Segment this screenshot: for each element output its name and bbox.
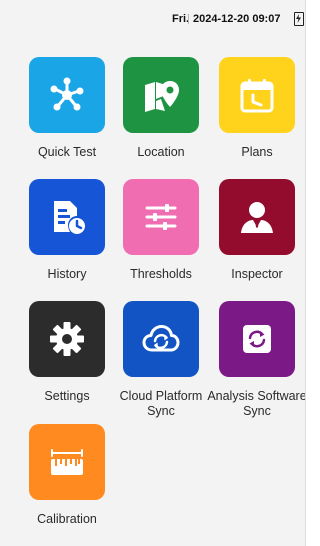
person-icon [241, 202, 273, 233]
app-tile-thresholds[interactable]: Thresholds [112, 179, 210, 289]
app-label-cloud-platform-sync: Cloud Platform Sync [119, 389, 203, 418]
app-label-inspector: Inspector [231, 267, 283, 281]
inspector-icon-tile[interactable] [219, 179, 295, 255]
app-launcher-screen: Fri. 2024-12-20 09:07 Quick Test Locatio… [0, 0, 306, 546]
plans-icon-tile[interactable] [219, 57, 295, 133]
location-icon-tile[interactable] [123, 57, 199, 133]
app-label-plans: Plans [241, 145, 273, 159]
network-nodes-icon [50, 77, 84, 111]
app-tile-quick-test[interactable]: Quick Test [18, 57, 116, 167]
status-bar: Fri. 2024-12-20 09:07 [0, 0, 305, 38]
sync-icon [243, 325, 271, 353]
app-tile-location[interactable]: Location [112, 57, 210, 167]
ruler-icon [51, 449, 83, 475]
app-tile-inspector[interactable]: Inspector [208, 179, 305, 289]
cloud-sync-icon [142, 325, 180, 352]
analysis-software-sync-icon-tile[interactable] [219, 301, 295, 377]
app-label-location: Location [137, 145, 185, 159]
sliders-icon [145, 204, 177, 230]
status-day: Fri. [172, 13, 190, 25]
gear-icon [50, 322, 84, 356]
map-pin-icon [145, 81, 179, 112]
status-datetime: 2024-12-20 09:07 [193, 13, 281, 25]
app-tile-history[interactable]: History [18, 179, 116, 289]
app-tile-calibration[interactable]: Calibration [18, 424, 116, 534]
document-clock-icon [54, 201, 85, 234]
cloud-platform-sync-icon-tile[interactable] [123, 301, 199, 377]
history-icon-tile[interactable] [29, 179, 105, 255]
status-divider [188, 14, 189, 24]
battery-charging-icon [294, 12, 304, 26]
app-tile-settings[interactable]: Settings [18, 301, 116, 411]
app-tile-analysis-software-sync[interactable]: Analysis Software Sync [207, 301, 305, 418]
app-label-analysis-software-sync: Analysis Software Sync [207, 389, 306, 418]
app-label-thresholds: Thresholds [130, 267, 192, 281]
calibration-icon-tile[interactable] [29, 424, 105, 500]
app-tile-plans[interactable]: Plans [208, 57, 305, 167]
settings-icon-tile[interactable] [29, 301, 105, 377]
thresholds-icon-tile[interactable] [123, 179, 199, 255]
app-label-calibration: Calibration [37, 512, 97, 526]
calendar-icon [240, 79, 274, 113]
quick-test-icon-tile[interactable] [29, 57, 105, 133]
app-tile-cloud-platform-sync[interactable]: Cloud Platform Sync [112, 301, 210, 418]
